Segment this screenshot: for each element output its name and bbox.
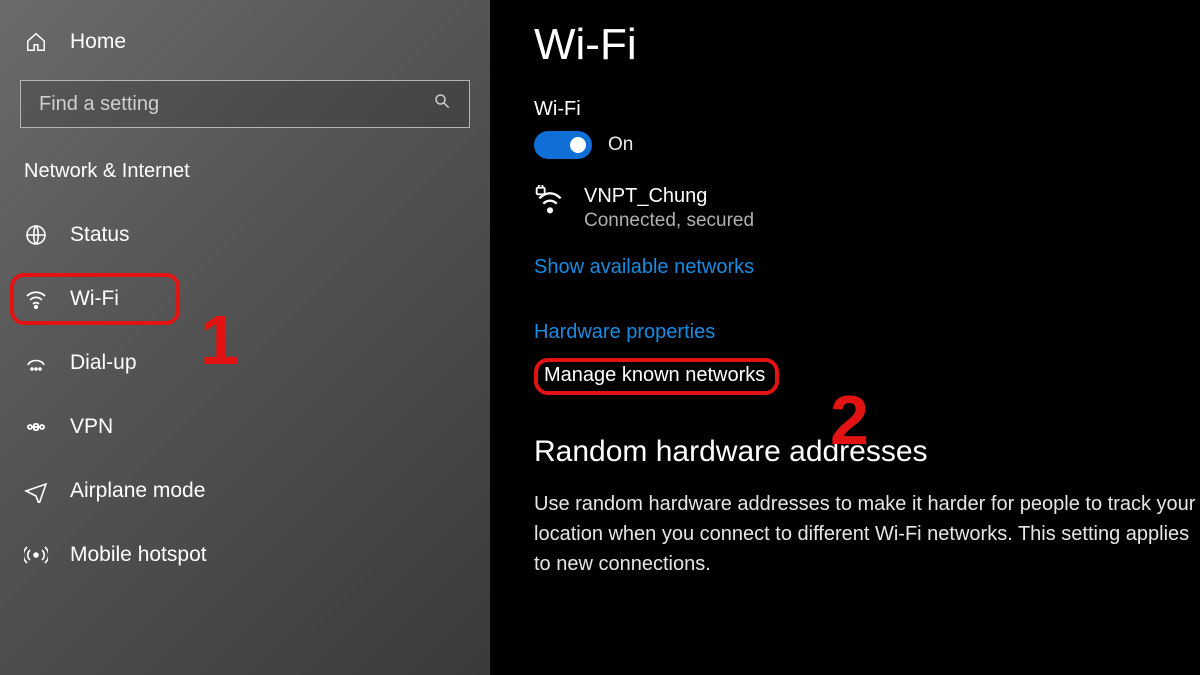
main-panel: Wi-Fi Wi-Fi On VNPT_Chung Connected, sec… xyxy=(490,0,1200,675)
sidebar-item-wifi[interactable]: Wi-Fi xyxy=(0,267,490,331)
vpn-icon xyxy=(24,415,48,439)
sidebar-item-label: Wi-Fi xyxy=(70,287,119,311)
sidebar-item-dialup[interactable]: Dial-up xyxy=(0,331,490,395)
airplane-icon xyxy=(24,479,48,503)
wifi-toggle[interactable] xyxy=(534,131,592,159)
sidebar-item-label: VPN xyxy=(70,415,113,439)
wifi-icon xyxy=(24,287,48,311)
link-hardware-properties[interactable]: Hardware properties xyxy=(534,321,715,344)
sidebar-nav: Status Wi-Fi Dial-up xyxy=(0,193,490,587)
sidebar-item-label: Status xyxy=(70,223,130,247)
globe-icon xyxy=(24,223,48,247)
wifi-subhead: Wi-Fi xyxy=(534,98,1200,121)
wifi-secured-icon xyxy=(534,185,566,222)
sidebar-item-hotspot[interactable]: Mobile hotspot xyxy=(0,523,490,587)
sidebar-section-title: Network & Internet xyxy=(0,128,490,193)
dialup-icon xyxy=(24,351,48,375)
search-icon xyxy=(433,92,451,116)
sidebar-item-label: Mobile hotspot xyxy=(70,543,207,567)
sidebar-item-airplane[interactable]: Airplane mode xyxy=(0,459,490,523)
network-status: Connected, secured xyxy=(584,210,754,232)
home-icon xyxy=(24,30,48,54)
settings-sidebar: Home Network & Internet Status xyxy=(0,0,490,675)
annotation-number-2: 2 xyxy=(830,380,869,460)
network-name: VNPT_Chung xyxy=(584,185,754,208)
current-network[interactable]: VNPT_Chung Connected, secured xyxy=(534,185,1200,232)
link-show-available-networks[interactable]: Show available networks xyxy=(534,256,754,279)
sidebar-home-label: Home xyxy=(70,30,126,54)
page-title: Wi-Fi xyxy=(534,20,1200,70)
search-box[interactable] xyxy=(20,80,470,128)
search-input[interactable] xyxy=(39,93,433,116)
sidebar-item-status[interactable]: Status xyxy=(0,203,490,267)
sidebar-item-vpn[interactable]: VPN xyxy=(0,395,490,459)
wifi-toggle-state: On xyxy=(608,134,633,156)
wifi-toggle-row: On xyxy=(534,131,1200,159)
sidebar-item-label: Dial-up xyxy=(70,351,137,375)
hotspot-icon xyxy=(24,543,48,567)
manage-known-label: Manage known networks xyxy=(544,364,765,386)
sidebar-home[interactable]: Home xyxy=(0,30,490,80)
link-manage-known-networks[interactable]: Manage known networks xyxy=(534,358,779,395)
random-hw-description: Use random hardware addresses to make it… xyxy=(534,489,1200,579)
annotation-number-1: 1 xyxy=(200,300,239,380)
sidebar-item-label: Airplane mode xyxy=(70,479,205,503)
